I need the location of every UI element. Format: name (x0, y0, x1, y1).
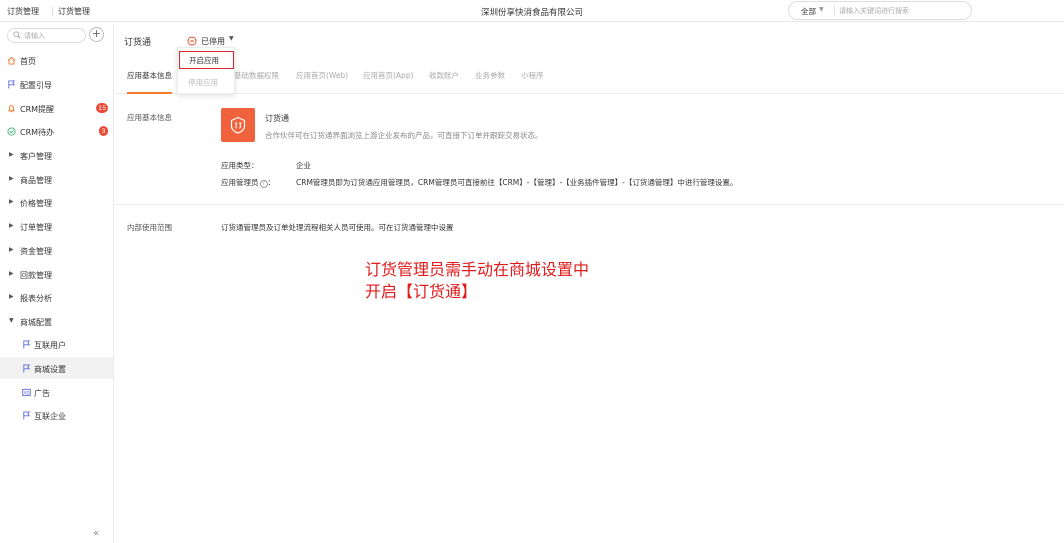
top-bar: 订货管理 | 订货管理 深圳份享快消食品有限公司 全部 ▼ (0, 0, 1064, 22)
tab-business-params[interactable]: 业务参数 (475, 70, 505, 94)
caret-right-icon: ▶ (9, 222, 14, 229)
todo-count-badge: 3 (99, 126, 108, 136)
app-shield-icon (230, 116, 246, 134)
search-icon (13, 31, 21, 39)
sidebar-item-label: 互联企业 (34, 412, 66, 421)
chevron-down-icon[interactable]: ▼ (819, 6, 824, 13)
sidebar-item-label: 互联用户 (34, 341, 66, 350)
sidebar-item-label: 回款管理 (20, 271, 52, 280)
sidebar-item-mall-config[interactable]: ▼ 商城配置 (0, 310, 113, 332)
tab-payment-accounts[interactable]: 收款账户 (429, 70, 459, 94)
home-icon (7, 56, 16, 65)
sidebar-item-label: 配置引导 (20, 81, 52, 90)
caret-right-icon: ▶ (9, 246, 14, 253)
sidebar-item-prices[interactable]: ▶ 价格管理 (0, 191, 113, 213)
global-search-input[interactable] (839, 4, 965, 17)
annotation-line: 订货管理员需手动在商城设置中 (365, 260, 590, 279)
annotation-line: 开启【订货通】 (365, 282, 478, 301)
sidebar-item-label: 商品管理 (20, 176, 52, 185)
sidebar-item-customers[interactable]: ▶ 客户管理 (0, 144, 113, 166)
sidebar-item-crm-todo[interactable]: CRM待办 3 (0, 120, 113, 142)
caret-right-icon: ▶ (9, 175, 14, 182)
sidebar-item-label: 客户管理 (20, 152, 52, 161)
app-type-label: 应用类型： (221, 161, 259, 170)
search-scope-select[interactable]: 全部 (801, 6, 816, 17)
sidebar-item-label: 订单管理 (20, 223, 52, 232)
app-admin-label-wrap: 应用管理员?： (221, 178, 275, 188)
sidebar-item-crm-reminder[interactable]: CRM提醒 15 (0, 97, 113, 119)
sidebar-item-label: 价格管理 (20, 199, 52, 208)
app-admin-label: 应用管理员 (221, 178, 259, 187)
flag-icon (23, 340, 31, 349)
app-name: 订货通 (265, 114, 289, 123)
check-circle-icon (7, 127, 16, 136)
caret-right-icon: ▶ (9, 293, 14, 300)
flag-icon (23, 364, 31, 373)
app-type-value: 企业 (296, 161, 311, 170)
sidebar-item-label: 报表分析 (20, 294, 52, 303)
sidebar-item-ads[interactable]: AD 广告 (0, 381, 113, 403)
flag-icon (23, 411, 31, 420)
sidebar-item-config-guide[interactable]: 配置引导 (0, 73, 113, 95)
sidebar-item-label: CRM提醒 (20, 105, 55, 114)
sidebar-item-label: 商城配置 (20, 318, 52, 327)
app-description: 合作伙伴可在订货通界面浏览上游企业发布的产品，可直接下订单并跟踪交易状态。 (265, 131, 543, 140)
tab-home-web[interactable]: 应用首页(Web) (296, 70, 348, 94)
sidebar-item-payments[interactable]: ▶ 回款管理 (0, 263, 113, 285)
ad-icon: AD (22, 388, 31, 397)
breadcrumb-root[interactable]: 订货管理 (7, 6, 39, 17)
sidebar-item-mall-settings[interactable]: 商城设置 (0, 357, 113, 379)
sidebar-item-label: 资金管理 (20, 247, 52, 256)
tab-mini-program[interactable]: 小程序 (521, 70, 544, 94)
sidebar-item-home[interactable]: 首页 (0, 49, 113, 71)
sidebar-item-linked-companies[interactable]: 互联企业 (0, 404, 113, 426)
sidebar-item-funds[interactable]: ▶ 资金管理 (0, 239, 113, 261)
sidebar: + 首页 配置引导 CRM提醒 15 CRM待办 3 ▶ 客户管理 ▶ 商品管理… (0, 23, 114, 543)
sidebar-item-linked-users[interactable]: 互联用户 (0, 333, 113, 355)
search-divider (834, 6, 835, 16)
sidebar-item-label: 商城设置 (34, 365, 66, 374)
collapse-sidebar-icon[interactable]: « (93, 528, 99, 539)
tab-bar: 应用基本信息 基础数据权限 应用首页(Web) 应用首页(App) 收款账户 业… (115, 70, 1064, 94)
tab-basic-info[interactable]: 应用基本信息 (127, 70, 172, 94)
caret-right-icon: ▶ (9, 198, 14, 205)
sidebar-item-orders[interactable]: ▶ 订单管理 (0, 215, 113, 237)
status-label: 已停用 (201, 37, 225, 46)
sidebar-item-products[interactable]: ▶ 商品管理 (0, 168, 113, 190)
main-content: 订货通 已停用 ▼ 应用基本信息 基础数据权限 应用首页(Web) 应用首页(A… (115, 23, 1064, 543)
app-admin-value: CRM管理员即为订货通应用管理员，CRM管理员可直接前往【CRM】-【管理】-【… (296, 178, 738, 187)
disable-app-menu-item: 停用应用 (188, 78, 218, 87)
add-button[interactable]: + (89, 27, 104, 42)
sidebar-search-input[interactable] (24, 30, 82, 41)
caret-right-icon: ▶ (9, 270, 14, 277)
caret-right-icon: ▶ (9, 151, 14, 158)
bell-icon (7, 105, 16, 113)
tab-data-permissions[interactable]: 基础数据权限 (234, 70, 279, 94)
sidebar-item-reports[interactable]: ▶ 报表分析 (0, 286, 113, 308)
global-search: 全部 ▼ (788, 1, 972, 20)
caret-down-icon: ▼ (9, 317, 14, 324)
stop-circle-icon (187, 36, 197, 46)
caret-down-icon: ▼ (229, 35, 234, 42)
status-dropdown-menu: 开启应用 停用应用 (177, 47, 235, 94)
flag-icon (8, 80, 16, 89)
reminder-count-badge: 15 (96, 103, 109, 113)
page-title: 订货通 (124, 38, 152, 48)
help-icon[interactable]: ? (259, 180, 268, 188)
tab-home-app[interactable]: 应用首页(App) (363, 70, 414, 94)
internal-scope-section-label: 内部使用范围 (127, 223, 172, 232)
annotation-note: 订货管理员需手动在商城设置中 开启【订货通】 (365, 259, 589, 303)
sidebar-item-label: CRM待办 (20, 128, 55, 137)
svg-text:AD: AD (24, 390, 30, 395)
internal-scope-value: 订货通管理员及订单处理流程相关人员可使用。可在订货通管理中设置 (221, 223, 454, 232)
basic-info-section-label: 应用基本信息 (127, 113, 172, 122)
section-divider (115, 204, 1064, 205)
sidebar-item-label: 广告 (34, 389, 50, 398)
app-logo (221, 108, 255, 142)
enable-app-menu-item[interactable]: 开启应用 (179, 51, 234, 69)
breadcrumb-separator: | (51, 6, 54, 15)
sidebar-search (7, 28, 86, 43)
breadcrumb-current[interactable]: 订货管理 (58, 6, 90, 17)
sidebar-item-label: 首页 (20, 57, 36, 66)
